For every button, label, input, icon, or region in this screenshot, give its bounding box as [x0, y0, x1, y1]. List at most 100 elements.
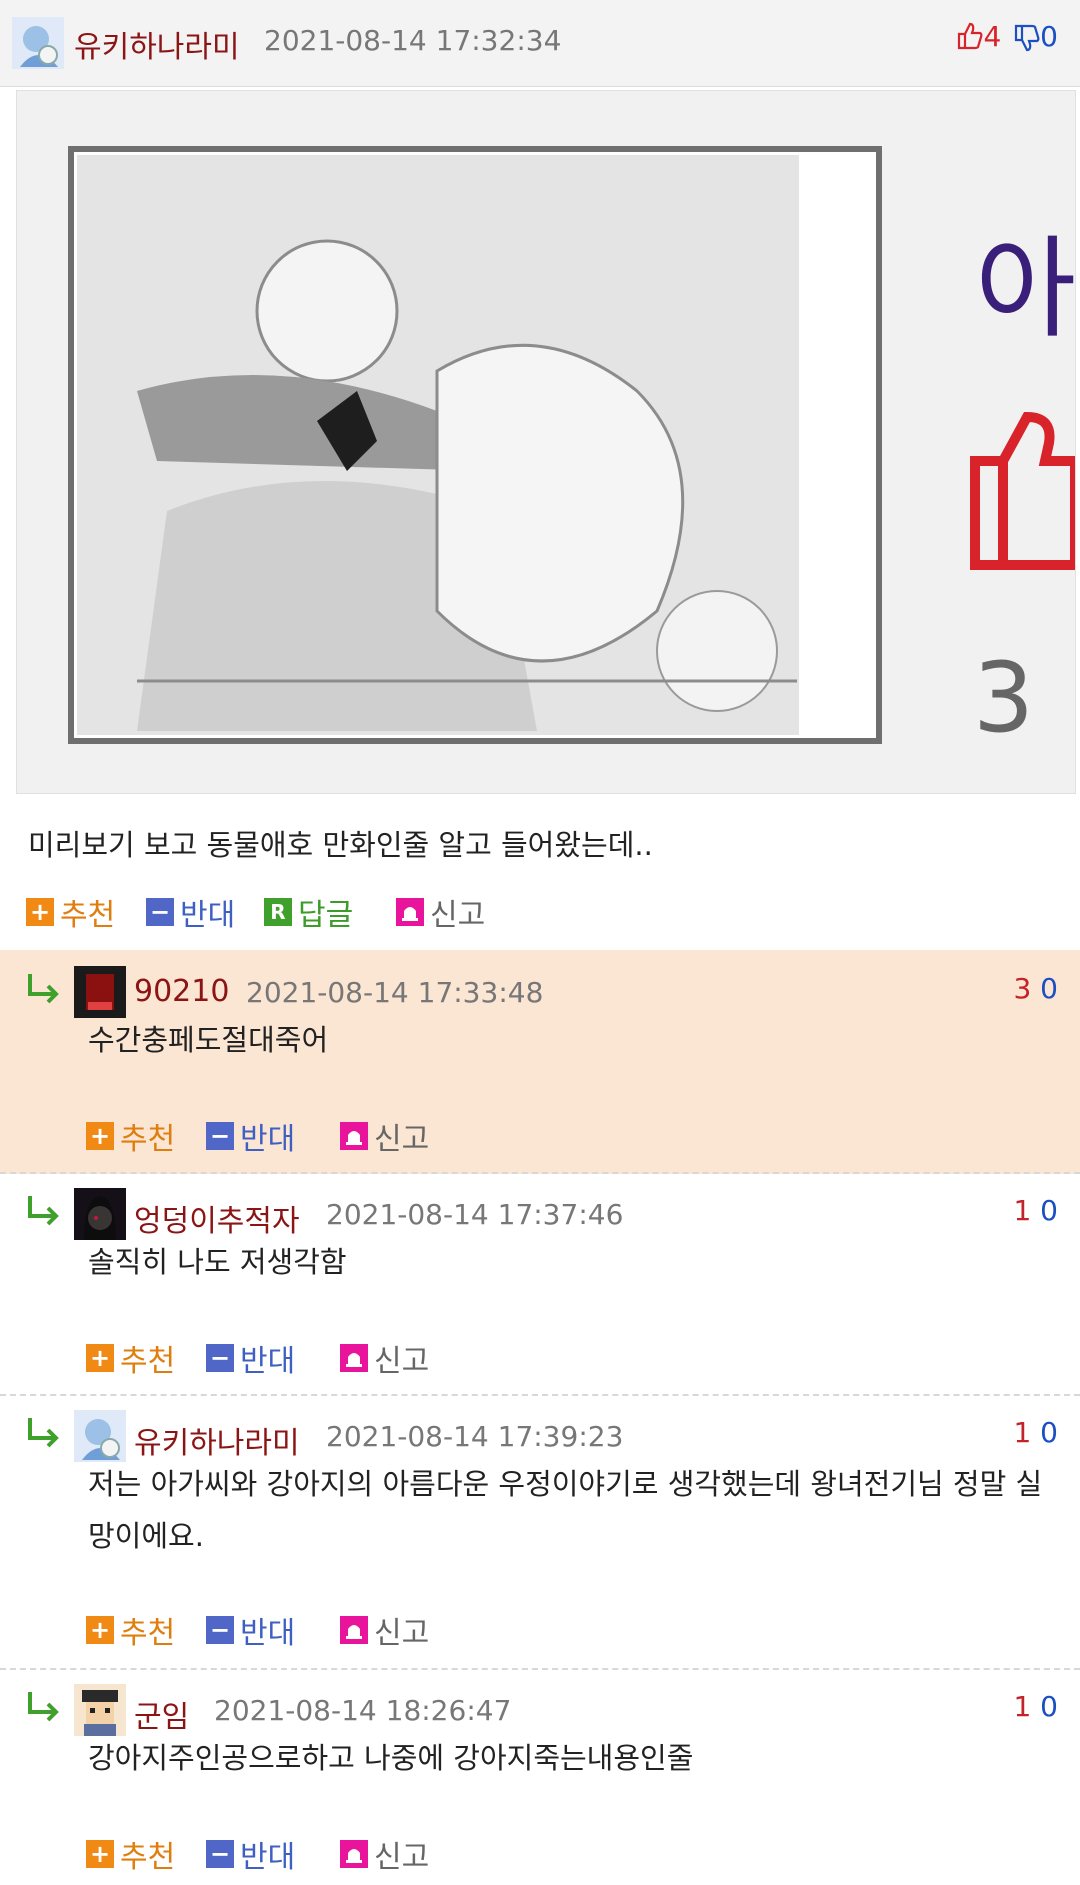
thumbnail-char-1: 아 — [975, 225, 1075, 353]
post-author-name[interactable]: 유키하나라미 — [74, 22, 240, 66]
comment-downvote-count: 0 — [1040, 1194, 1058, 1227]
report-label: 신고 — [374, 1344, 430, 1379]
comment-item: 유키하나라미 2021-08-14 17:39:23 1 0 저는 아가씨와 강… — [0, 1396, 1080, 1670]
thumbnail-char-2: 3 — [973, 642, 1034, 754]
commenter-avatar[interactable] — [74, 1410, 126, 1462]
comment-vote-counts: 1 0 — [1013, 1194, 1058, 1227]
reply-arrow-icon — [28, 1692, 59, 1722]
minus-icon: − — [206, 1122, 234, 1150]
minus-icon: − — [146, 898, 174, 926]
recommend-label: 추천 — [120, 1122, 176, 1157]
oppose-button[interactable]: − 반대 — [206, 1610, 296, 1651]
recommend-label: 추천 — [120, 1840, 176, 1875]
comment-text: 솔직히 나도 저생각함 — [88, 1245, 347, 1279]
post-upvote-count: 4 — [983, 20, 1002, 53]
report-label: 신고 — [430, 898, 486, 933]
comment-action-row: + 추천 − 반대 신고 — [86, 1338, 486, 1379]
oppose-label: 반대 — [240, 1840, 296, 1875]
commenter-name[interactable]: 90210 — [134, 974, 229, 1009]
recommend-label: 추천 — [60, 898, 116, 933]
comment-text: 강아지주인공으로하고 나중에 강아지죽는내용인줄 — [88, 1741, 694, 1775]
recommend-button[interactable]: + 추천 — [86, 1338, 176, 1379]
report-button[interactable]: 신고 — [340, 1116, 430, 1157]
oppose-button[interactable]: − 반대 — [146, 892, 236, 933]
commenter-avatar[interactable] — [74, 966, 126, 1018]
comment-item: 엉덩이추적자 2021-08-14 17:37:46 1 0 솔직히 나도 저생… — [0, 1174, 1080, 1396]
oppose-label: 반대 — [240, 1122, 296, 1157]
plus-icon: + — [86, 1840, 114, 1868]
oppose-label: 반대 — [240, 1344, 296, 1379]
oppose-button[interactable]: − 반대 — [206, 1116, 296, 1157]
siren-icon — [340, 1122, 368, 1150]
comment-item: 군임 2021-08-14 18:26:47 1 0 강아지주인공으로하고 나중… — [0, 1670, 1080, 1885]
comment-datetime: 2021-08-14 17:39:23 — [326, 1420, 624, 1453]
comment-action-row: + 추천 − 반대 신고 — [86, 1834, 486, 1875]
plus-icon: + — [86, 1122, 114, 1150]
comment-datetime: 2021-08-14 17:33:48 — [246, 976, 544, 1009]
comment-vote-counts: 1 0 — [1013, 1690, 1058, 1723]
oppose-label: 반대 — [180, 898, 236, 933]
comment-action-row: + 추천 − 반대 신고 — [86, 1610, 486, 1651]
recommend-label: 추천 — [120, 1616, 176, 1651]
author-avatar[interactable] — [12, 17, 64, 69]
reply-label: 답글 — [298, 898, 354, 933]
reply-arrow-icon — [28, 974, 59, 1004]
report-label: 신고 — [374, 1840, 430, 1875]
reply-button[interactable]: R 답글 — [264, 892, 354, 933]
post-downvote-count: 0 — [1040, 20, 1058, 53]
plus-icon: + — [86, 1344, 114, 1372]
post-body-text: 미리보기 보고 동물애호 만화인줄 알고 들어왔는데.. — [28, 828, 653, 862]
comment-upvote-count: 3 — [1013, 972, 1032, 1005]
post-thumbnail-image[interactable]: 아 3 — [16, 90, 1076, 794]
reply-icon: R — [264, 898, 292, 926]
commenter-name[interactable]: 유키하나라미 — [134, 1418, 300, 1462]
siren-icon — [340, 1840, 368, 1868]
comment-downvote-count: 0 — [1040, 1416, 1058, 1449]
comment-downvote-count: 0 — [1040, 1690, 1058, 1723]
plus-icon: + — [86, 1616, 114, 1644]
oppose-button[interactable]: − 반대 — [206, 1338, 296, 1379]
report-button[interactable]: 신고 — [340, 1338, 430, 1379]
comment-item: 90210 2021-08-14 17:33:48 3 0 수간충페도절대죽어 … — [0, 950, 1080, 1174]
comment-text: 저는 아가씨와 강아지의 아름다운 우정이야기로 생각했는데 왕녀전기님 정말 … — [88, 1467, 1043, 1553]
recommend-button[interactable]: + 추천 — [86, 1116, 176, 1157]
report-label: 신고 — [374, 1616, 430, 1651]
recommend-button[interactable]: + 추천 — [86, 1610, 176, 1651]
report-label: 신고 — [374, 1122, 430, 1157]
recommend-button[interactable]: + 추천 — [26, 892, 116, 933]
commenter-avatar[interactable] — [74, 1188, 126, 1240]
report-button[interactable]: 신고 — [396, 892, 486, 933]
post-action-row: + 추천 − 반대 R 답글 신고 — [26, 892, 626, 933]
post-header: 유키하나라미 2021-08-14 17:32:34 4 0 — [0, 0, 1080, 87]
siren-icon — [340, 1344, 368, 1372]
comment-datetime: 2021-08-14 18:26:47 — [214, 1694, 512, 1727]
commenter-name[interactable]: 군임 — [134, 1692, 189, 1736]
minus-icon: − — [206, 1344, 234, 1372]
recommend-button[interactable]: + 추천 — [86, 1834, 176, 1875]
comment-vote-counts: 1 0 — [1013, 1416, 1058, 1449]
comment-upvote-count: 1 — [1013, 1194, 1032, 1227]
post-datetime: 2021-08-14 17:32:34 — [264, 24, 562, 57]
comment-vote-counts: 3 0 — [1013, 972, 1058, 1005]
reply-arrow-icon — [28, 1196, 59, 1226]
minus-icon: − — [206, 1840, 234, 1868]
plus-icon: + — [26, 898, 54, 926]
recommend-label: 추천 — [120, 1344, 176, 1379]
oppose-label: 반대 — [240, 1616, 296, 1651]
comment-downvote-count: 0 — [1040, 972, 1058, 1005]
report-button[interactable]: 신고 — [340, 1834, 430, 1875]
oppose-button[interactable]: − 반대 — [206, 1834, 296, 1875]
commenter-avatar[interactable] — [74, 1684, 126, 1736]
commenter-name[interactable]: 엉덩이추적자 — [134, 1196, 300, 1240]
thumbs-up-icon[interactable] — [957, 22, 983, 50]
thumbs-down-icon[interactable] — [1014, 24, 1040, 52]
post-vote-counts: 4 0 — [957, 20, 1058, 53]
minus-icon: − — [206, 1616, 234, 1644]
comment-datetime: 2021-08-14 17:37:46 — [326, 1198, 624, 1231]
comment-action-row: + 추천 − 반대 신고 — [86, 1116, 486, 1157]
siren-icon — [396, 898, 424, 926]
comment-text: 수간충페도절대죽어 — [88, 1023, 329, 1057]
siren-icon — [340, 1616, 368, 1644]
reply-arrow-icon — [28, 1418, 59, 1448]
report-button[interactable]: 신고 — [340, 1610, 430, 1651]
